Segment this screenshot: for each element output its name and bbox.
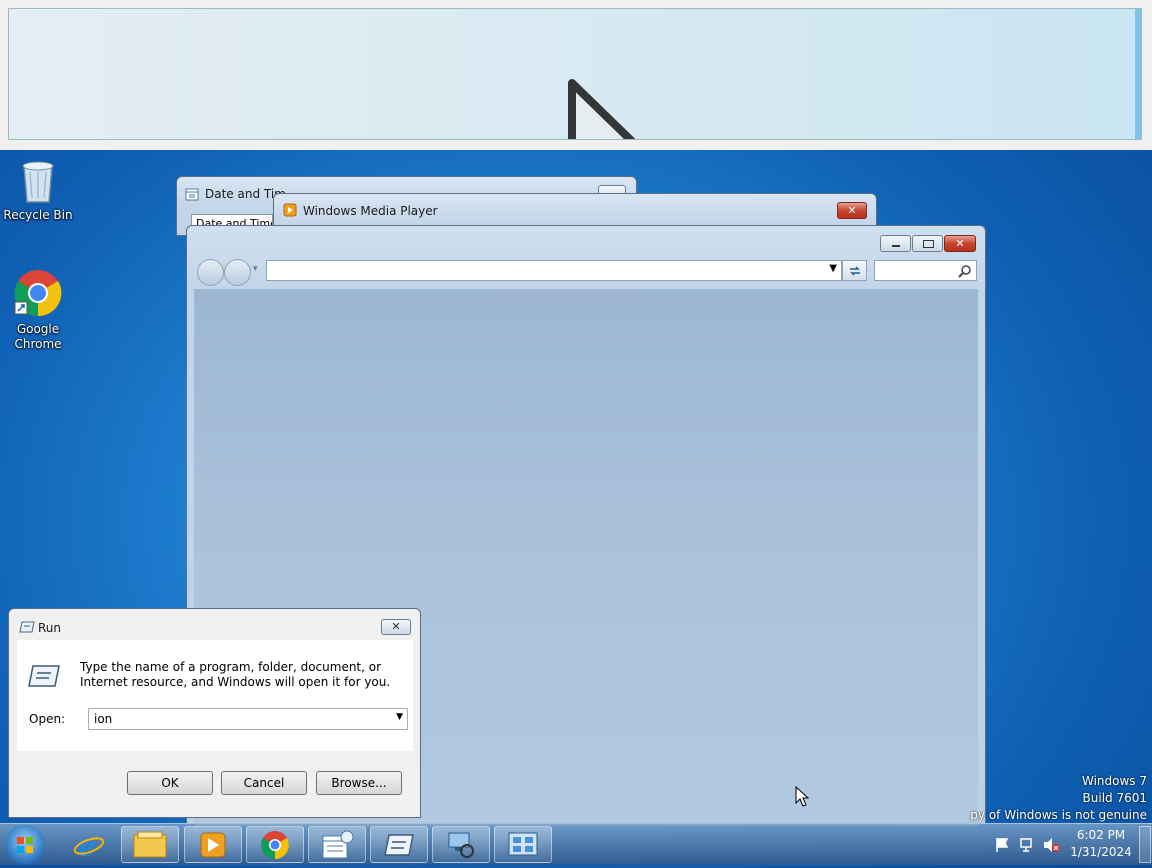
magnifier-lens — [8, 8, 1142, 140]
recent-pages-chevron-icon[interactable]: ▾ — [253, 264, 258, 274]
watermark-line: Windows 7 — [1081, 774, 1147, 788]
internet-explorer-icon: e — [73, 830, 105, 863]
address-dropdown-icon[interactable]: ▼ — [829, 263, 837, 274]
window-title: Windows Media Player — [303, 204, 438, 218]
browse-button[interactable]: Browse... — [316, 771, 402, 795]
taskbar-run[interactable] — [370, 826, 428, 863]
file-explorer-icon — [133, 831, 167, 858]
restore-icon — [923, 240, 934, 248]
action-center-flag-icon[interactable] — [994, 837, 1010, 853]
open-input-value: ion — [94, 712, 113, 726]
run-icon — [19, 621, 35, 633]
desktop-icon-chrome[interactable]: Google Chrome — [0, 268, 76, 352]
network-icon — [448, 832, 474, 858]
close-icon: ✕ — [955, 237, 965, 250]
close-button[interactable]: ✕ — [944, 235, 976, 252]
search-box[interactable] — [874, 260, 977, 281]
taskbar-chrome[interactable] — [246, 826, 304, 863]
run-program-icon — [28, 665, 60, 687]
close-button[interactable]: ✕ — [381, 619, 411, 635]
show-desktop-button[interactable] — [1139, 826, 1151, 863]
ok-button[interactable]: OK — [127, 771, 213, 795]
cancel-button[interactable]: Cancel — [221, 771, 307, 795]
media-player-icon — [200, 832, 226, 858]
taskbar-media-player[interactable] — [184, 826, 242, 863]
open-combobox[interactable]: ion ▼ — [88, 708, 408, 730]
address-bar[interactable]: ▼ — [266, 260, 842, 281]
media-player-icon — [283, 203, 297, 217]
run-description: Type the name of a program, folder, docu… — [80, 660, 391, 689]
desktop-icon-label: Recycle Bin — [3, 208, 73, 222]
start-orb-icon — [17, 837, 33, 853]
magnifier-view — [0, 0, 1152, 150]
window-title: Run — [38, 621, 62, 635]
control-panel-icon — [508, 832, 538, 856]
open-label: Open: — [29, 712, 66, 726]
run-dialog-body: Type the name of a program, folder, docu… — [17, 640, 413, 751]
chrome-icon — [14, 270, 62, 317]
genuine-watermark: Windows 7 Build 7601 py of Windows is no… — [927, 773, 1147, 824]
system-clock[interactable]: 6:02 PM 1/31/2024 — [1068, 828, 1134, 859]
chevron-down-icon[interactable]: ▼ — [396, 712, 403, 722]
taskbar-file-explorer[interactable] — [121, 826, 179, 863]
taskbar-date-time[interactable] — [308, 826, 366, 863]
taskbar-control-panel[interactable] — [494, 826, 552, 863]
svg-text:e: e — [78, 830, 96, 860]
back-button[interactable] — [197, 259, 224, 286]
volume-muted-icon[interactable] — [1043, 837, 1061, 853]
refresh-button[interactable] — [842, 260, 867, 281]
forward-button[interactable] — [224, 259, 251, 286]
recycle-bin-icon — [22, 161, 54, 203]
clock-date: 1/31/2024 — [1070, 845, 1132, 859]
taskbar-internet-explorer[interactable]: e — [72, 830, 106, 863]
taskbar-network[interactable] — [432, 826, 490, 863]
search-icon — [958, 265, 971, 278]
desktop-icon-label: Google Chrome — [14, 322, 62, 351]
close-icon: ✕ — [847, 204, 857, 217]
close-button[interactable]: ✕ — [837, 202, 867, 219]
mouse-cursor-icon — [795, 786, 809, 807]
minimize-button[interactable] — [880, 235, 911, 252]
run-icon — [384, 834, 414, 856]
maximize-button[interactable] — [912, 235, 943, 252]
magnified-cursor-icon — [568, 79, 636, 139]
date-time-icon — [322, 830, 354, 859]
watermark-line: Build 7601 — [1082, 791, 1147, 805]
network-status-icon[interactable] — [1019, 837, 1035, 853]
taskbar: e 6:02 PM 1/31/2024 — [0, 823, 1152, 865]
clock-time: 6:02 PM — [1076, 828, 1126, 842]
date-time-icon — [185, 188, 199, 201]
run-dialog[interactable]: Run ✕ Type the name of a program, folder… — [8, 608, 421, 818]
minimize-icon — [892, 245, 900, 247]
start-button[interactable] — [5, 825, 45, 865]
close-icon: ✕ — [391, 620, 401, 633]
chrome-icon — [261, 831, 289, 859]
desktop-icon-recycle-bin[interactable]: Recycle Bin — [0, 158, 76, 223]
refresh-icon — [850, 266, 860, 276]
watermark-line: py of Windows is not genuine — [970, 808, 1147, 822]
